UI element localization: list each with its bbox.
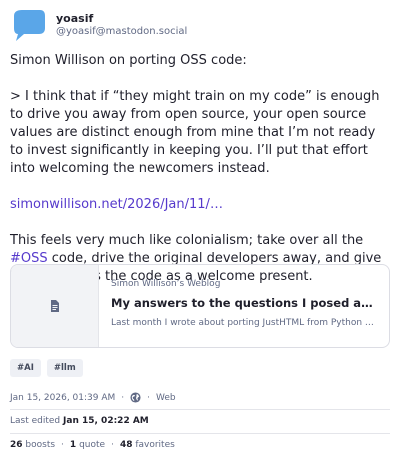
hashtag-bar: #AI #llm xyxy=(10,359,83,377)
meta-separator: · xyxy=(121,392,125,403)
stats-separator: · xyxy=(61,440,64,450)
author-handle[interactable]: @yoasif@mastodon.social xyxy=(56,26,187,39)
favorites-stat[interactable]: 48 favorites xyxy=(120,440,175,450)
card-site-name: Simon Willison’s Weblog xyxy=(111,279,221,289)
quotes-label: quote xyxy=(79,440,106,450)
post-quote: > I think that if “they might train on m… xyxy=(10,89,380,176)
document-icon xyxy=(50,300,59,312)
speech-bubble-icon xyxy=(14,10,45,41)
divider xyxy=(10,433,390,434)
edit-history[interactable]: Last edited Jan 15, 02:22 AM xyxy=(10,416,149,426)
post-header: yoasif @yoasif@mastodon.social xyxy=(10,8,187,44)
quotes-count: 1 xyxy=(69,440,77,450)
favorites-label: favorites xyxy=(135,440,175,450)
comment-text-start: This feels very much like colonialism; t… xyxy=(10,233,364,248)
post-meta: Jan 15, 2026, 01:39 AM · · Web xyxy=(10,392,176,403)
author-names: yoasif @yoasif@mastodon.social xyxy=(56,12,187,38)
tag-ai[interactable]: #AI xyxy=(10,359,41,377)
globe-icon xyxy=(130,392,141,403)
stats-separator-2: · xyxy=(111,440,114,450)
post-stats: 26 boosts · 1 quote · 48 favorites xyxy=(10,440,175,450)
card-thumbnail xyxy=(11,265,99,347)
author-display-name[interactable]: yoasif xyxy=(56,12,187,26)
link-preview-card[interactable]: Simon Willison’s Weblog My answers to th… xyxy=(10,264,390,348)
tag-llm[interactable]: #llm xyxy=(46,359,83,377)
post-application: Web xyxy=(156,392,176,403)
card-title[interactable]: My answers to the questions I posed abou… xyxy=(111,296,377,310)
card-description: Last month I wrote about porting JustHTM… xyxy=(111,318,377,328)
divider xyxy=(10,409,390,410)
avatar[interactable] xyxy=(10,8,46,44)
favorites-count: 48 xyxy=(119,440,133,450)
quotes-stat[interactable]: 1 quote xyxy=(70,440,105,450)
edited-label: Last edited xyxy=(10,416,61,426)
edited-date: Jan 15, 02:22 AM xyxy=(63,416,149,426)
meta-separator-2: · xyxy=(147,392,151,403)
boosts-count: 26 xyxy=(10,440,23,450)
post-link[interactable]: simonwillison.net/2026/Jan/11/… xyxy=(10,197,223,212)
card-text: Simon Willison’s Weblog My answers to th… xyxy=(99,265,389,347)
boosts-label: boosts xyxy=(25,440,56,450)
post-intro: Simon Willison on porting OSS code: xyxy=(10,53,247,68)
boosts-stat[interactable]: 26 boosts xyxy=(10,440,55,450)
post-timestamp[interactable]: Jan 15, 2026, 01:39 AM xyxy=(10,393,115,403)
